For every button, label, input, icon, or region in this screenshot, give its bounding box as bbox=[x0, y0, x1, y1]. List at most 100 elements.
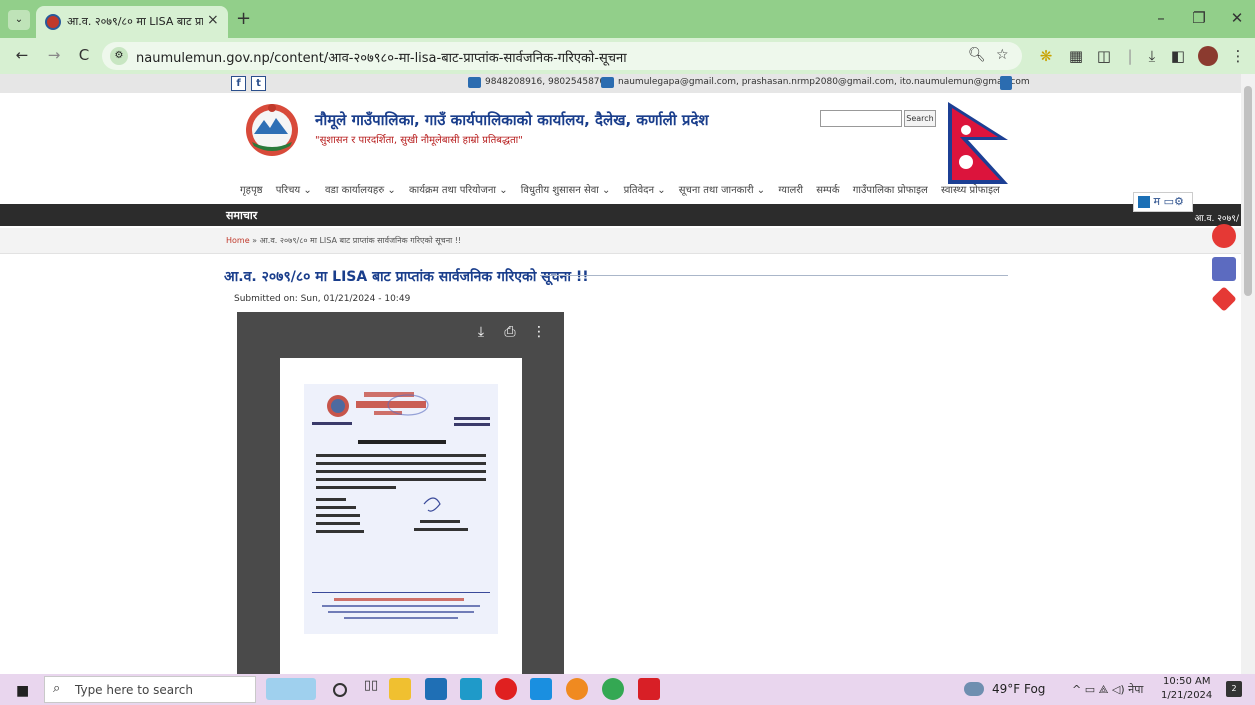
app-l-icon[interactable] bbox=[460, 678, 482, 700]
weather-text[interactable]: 49°F Fog bbox=[992, 682, 1045, 696]
contact-phone: 9848208916, 9802545870 bbox=[485, 77, 606, 87]
tab-title: आ.व. २०७९/८० मा LISA बाट प्राप्ता bbox=[67, 15, 203, 28]
cortana-icon[interactable] bbox=[333, 683, 347, 697]
nav-gallery[interactable]: ग्यालरी bbox=[778, 185, 803, 196]
page-scrollbar[interactable] bbox=[1241, 74, 1255, 674]
scrollbar-thumb[interactable] bbox=[1244, 86, 1252, 296]
site-search-input[interactable] bbox=[820, 110, 902, 127]
org-slogan: "सुशासन र पारदर्शिता, सुखी नौमूलेबासी हा… bbox=[315, 135, 523, 146]
pdf-print-icon[interactable]: ⎙ bbox=[501, 324, 519, 340]
tab-search-button[interactable]: ⌄ bbox=[8, 10, 30, 30]
scanned-notice-document bbox=[304, 384, 498, 634]
search-icon: ⌕ bbox=[53, 681, 61, 696]
nav-municipality-profile[interactable]: गाउँपालिका प्रोफाइल bbox=[853, 185, 928, 196]
pdf-toolbar: ⤓ ⎙ ⋮ bbox=[237, 312, 564, 354]
title-divider bbox=[540, 275, 1008, 276]
maximize-button[interactable]: ❐ bbox=[1184, 9, 1214, 27]
site-search-button[interactable]: Search bbox=[904, 110, 936, 127]
contact-email[interactable]: naumulegapa@gmail.com, prashasan.nrmp208… bbox=[618, 77, 1030, 87]
downloads-icon[interactable]: ⤓ bbox=[1142, 47, 1162, 65]
bookmark-star-icon[interactable]: ☆ bbox=[996, 47, 1009, 63]
news-ticker-bar: समाचार आ.व. २०७९/ bbox=[0, 204, 1241, 226]
message-icon[interactable] bbox=[1212, 257, 1236, 281]
nav-ward-offices[interactable]: वडा कार्यालयहरु ⌄ bbox=[325, 185, 396, 196]
chrome-icon[interactable] bbox=[602, 678, 624, 700]
alert-icon[interactable] bbox=[1211, 286, 1237, 312]
keyboard-icon[interactable]: ▭ bbox=[1164, 195, 1174, 208]
reload-icon[interactable]: C bbox=[74, 46, 94, 64]
browser-tab-bar: ⌄ आ.व. २०७९/८० मा LISA बाट प्राप्ता × + … bbox=[0, 0, 1255, 38]
pdf-page bbox=[280, 358, 522, 674]
extensions-puzzle-icon[interactable]: ◫ bbox=[1094, 47, 1114, 65]
minimize-button[interactable]: – bbox=[1146, 9, 1176, 27]
widgets-snowflake-icon[interactable] bbox=[266, 678, 316, 700]
mail-icon[interactable] bbox=[425, 678, 447, 700]
taskbar-search-placeholder[interactable]: Type here to search bbox=[75, 683, 193, 697]
back-arrow-icon[interactable]: ← bbox=[12, 46, 32, 64]
side-panel-icon[interactable]: ◧ bbox=[1168, 47, 1188, 65]
fog-weather-icon bbox=[964, 682, 984, 696]
pdf-download-icon[interactable]: ⤓ bbox=[472, 324, 490, 340]
nav-programs-projects[interactable]: कार्यक्रम तथा परियोजना ⌄ bbox=[409, 185, 508, 196]
breadcrumb-home-link[interactable]: Home bbox=[226, 236, 250, 245]
task-view-icon[interactable]: ▯▯ bbox=[360, 678, 382, 700]
facebook-icon[interactable]: f bbox=[231, 76, 246, 91]
site-info-icon[interactable]: ⚙ bbox=[110, 47, 128, 65]
notification-center-icon[interactable]: 2 bbox=[1226, 681, 1242, 697]
settings-gear-icon[interactable]: ⚙ bbox=[1174, 195, 1184, 208]
windows-start-icon[interactable]: ■ bbox=[16, 683, 29, 699]
forward-arrow-icon[interactable]: → bbox=[44, 46, 64, 64]
file-explorer-icon[interactable] bbox=[389, 678, 411, 700]
nav-health-profile[interactable]: स्वास्थ्य प्रोफाइल bbox=[941, 185, 1000, 196]
document-icon[interactable] bbox=[1000, 76, 1012, 90]
acrobat-icon[interactable] bbox=[638, 678, 660, 700]
url-text[interactable]: naumulemun.gov.np/content/आव-२०७९८०-मा-l… bbox=[136, 48, 627, 66]
new-tab-button[interactable]: + bbox=[236, 8, 251, 29]
pdf-viewer[interactable]: ⤓ ⎙ ⋮ bbox=[237, 312, 564, 674]
main-navigation: गृहपृष्ठ परिचय ⌄ वडा कार्यालयहरु ⌄ कार्य… bbox=[240, 182, 1010, 198]
clock-date[interactable]: 1/21/2024 bbox=[1161, 690, 1212, 701]
news-ticker-text[interactable]: आ.व. २०७९/ bbox=[1194, 211, 1239, 224]
zoom-icon[interactable]: 🔍︎ bbox=[968, 47, 986, 63]
nav-notices-info[interactable]: सूचना तथा जानकारी ⌄ bbox=[679, 185, 765, 196]
close-window-button[interactable]: ✕ bbox=[1222, 9, 1252, 27]
submitted-date: Submitted on: Sun, 01/21/2024 - 10:49 bbox=[234, 294, 411, 304]
tab-close-icon[interactable]: × bbox=[207, 12, 219, 28]
pdf-more-icon[interactable]: ⋮ bbox=[530, 324, 548, 340]
email-icon bbox=[601, 77, 614, 88]
nav-contact[interactable]: सम्पर्क bbox=[816, 185, 839, 196]
input-method-widget[interactable]: म ▭⚙ bbox=[1133, 192, 1193, 212]
firefox-icon[interactable] bbox=[566, 678, 588, 700]
municipality-logo[interactable] bbox=[240, 98, 304, 158]
browser-toolbar: ← → C ⚙ naumulemun.gov.np/content/आव-२०७… bbox=[0, 38, 1255, 74]
nav-home[interactable]: गृहपृष्ठ bbox=[240, 185, 263, 196]
breadcrumb-bar: Home » आ.व. २०७९/८० मा LISA बाट प्राप्ता… bbox=[0, 228, 1241, 254]
breadcrumb: Home » आ.व. २०७९/८० मा LISA बाट प्राप्ता… bbox=[226, 235, 461, 246]
opera-icon[interactable] bbox=[495, 678, 517, 700]
system-tray[interactable]: ^ ▭ ⟁ ◁) नेपा bbox=[1072, 682, 1143, 697]
nav-reports[interactable]: प्रतिवेदन ⌄ bbox=[624, 185, 666, 196]
translate-extension-icon[interactable]: ▦ bbox=[1066, 47, 1086, 65]
active-tab[interactable]: आ.व. २०७९/८० मा LISA बाट प्राप्ता × bbox=[36, 6, 228, 38]
browser-menu-icon[interactable]: ⋮ bbox=[1228, 47, 1248, 65]
faq-chat-icon[interactable] bbox=[1212, 224, 1236, 248]
ime-language-label: म bbox=[1153, 195, 1161, 208]
outlook-icon[interactable] bbox=[530, 678, 552, 700]
extension-icon[interactable]: ❋ bbox=[1036, 47, 1056, 65]
ime-flag-icon bbox=[1138, 196, 1150, 208]
clock-time[interactable]: 10:50 AM bbox=[1163, 676, 1210, 687]
org-title: नौमूले गाउँपालिका, गाउँ कार्यपालिकाको का… bbox=[315, 111, 709, 129]
contact-strip: f t 9848208916, 9802545870 naumulegapa@g… bbox=[0, 74, 1241, 93]
page-title: आ.व. २०७९/८० मा LISA बाट प्राप्तांक सार्… bbox=[224, 269, 589, 285]
toolbar-divider: | bbox=[1127, 47, 1133, 65]
site-favicon-icon bbox=[45, 14, 61, 30]
taskbar-search-box[interactable]: ⌕ Type here to search bbox=[44, 676, 256, 703]
web-page: f t 9848208916, 9802545870 naumulegapa@g… bbox=[0, 74, 1241, 674]
twitter-icon[interactable]: t bbox=[251, 76, 266, 91]
address-bar[interactable]: ⚙ naumulemun.gov.np/content/आव-२०७९८०-मा… bbox=[102, 42, 1022, 70]
nav-e-governance[interactable]: विधुतीय शुसासन सेवा ⌄ bbox=[521, 185, 611, 196]
breadcrumb-current: » आ.व. २०७९/८० मा LISA बाट प्राप्तांक सा… bbox=[249, 236, 462, 245]
news-label: समाचार bbox=[226, 209, 258, 222]
profile-avatar[interactable] bbox=[1198, 46, 1218, 66]
nav-introduction[interactable]: परिचय ⌄ bbox=[276, 185, 312, 196]
